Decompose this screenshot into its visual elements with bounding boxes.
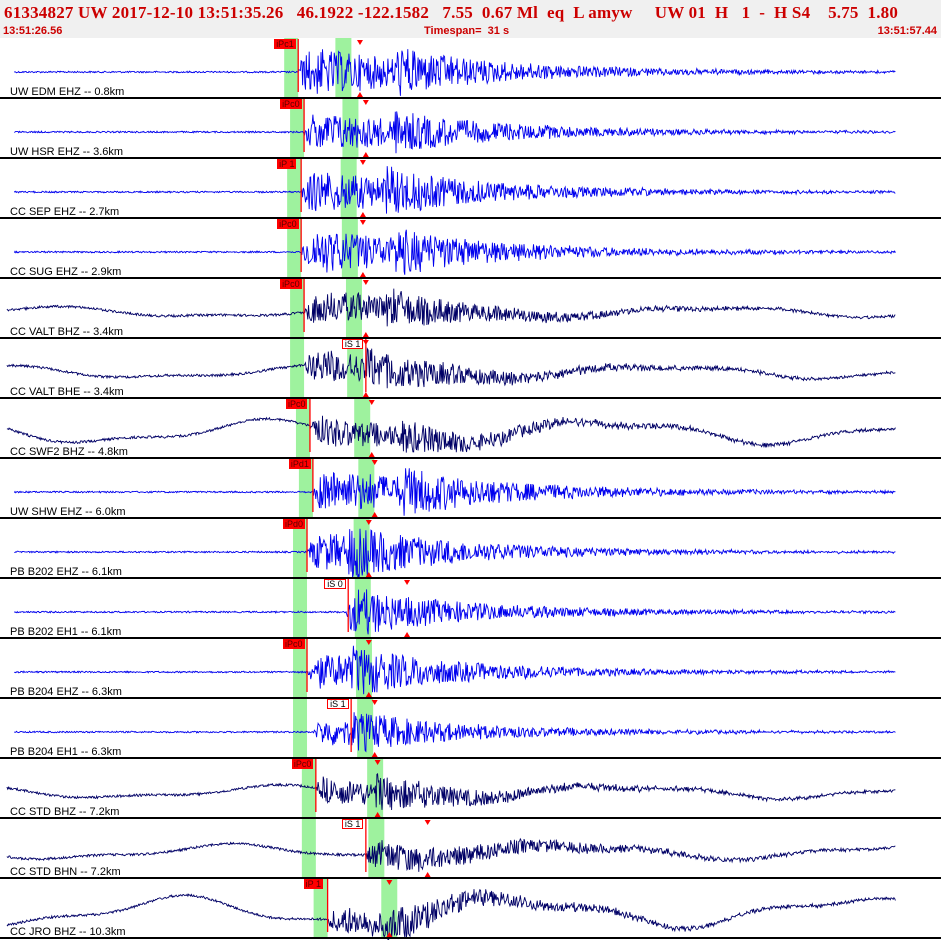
amplitude-marker-bottom [359, 272, 366, 277]
waveform-trace [6, 837, 896, 872]
seismogram-canvas[interactable] [0, 38, 941, 940]
trace-label: UW EDM EHZ -- 0.8km [10, 86, 125, 98]
amplitude-marker-top [359, 220, 366, 225]
amplitude-marker-bottom [359, 212, 366, 217]
trace-label: UW SHW EHZ -- 6.0km [10, 506, 126, 518]
seismogram-panel[interactable]: iPc1 UW EDM EHZ -- 0.8km iPc0 UW HSR EHZ --… [0, 38, 941, 940]
trace-label: CC SWF2 BHZ -- 4.8km [10, 446, 128, 458]
p-window-band [301, 818, 316, 878]
waveform-trace [6, 772, 896, 811]
waveform-trace [13, 166, 896, 214]
amplitude-marker-top [404, 580, 411, 585]
s-window-band [335, 38, 352, 98]
amplitude-marker-bottom [362, 332, 369, 337]
p-pick-tag[interactable]: iPd1 [288, 459, 311, 469]
trace-label: CC SUG EHZ -- 2.9km [10, 266, 122, 278]
waveform-trace [6, 888, 896, 940]
waveform-trace [14, 528, 896, 579]
trace-label: CC STD BHZ -- 7.2km [10, 806, 120, 818]
amplitude-marker-top [359, 160, 366, 165]
waveform-trace [6, 288, 896, 327]
timespan-label: Timespan= 31 s [424, 25, 510, 37]
waveform-trace [14, 589, 896, 635]
start-time: 13:51:26.56 [3, 25, 63, 37]
trace-label: CC JRO BHZ -- 10.3km [10, 926, 126, 938]
trace-label: CC VALT BHE -- 3.4km [10, 386, 124, 398]
p-pick-tag[interactable]: iPc0 [285, 399, 308, 409]
amplitude-marker-top [356, 40, 363, 45]
waveform-trace [14, 49, 896, 96]
end-time: 13:51:57.44 [877, 25, 937, 37]
p-window-band [293, 578, 308, 638]
amplitude-marker-bottom [424, 872, 431, 877]
event-title: 61334827 UW 2017-12-10 13:51:35.26 46.19… [4, 3, 899, 22]
waveform-trace [14, 712, 896, 753]
amplitude-marker-bottom [404, 632, 411, 637]
trace-label: CC VALT BHZ -- 3.4km [10, 326, 124, 338]
amplitude-marker-bottom [362, 392, 369, 397]
trace-label: PB B204 EHZ -- 6.3km [10, 686, 122, 698]
p-pick-tag[interactable]: iPc1 [274, 39, 296, 49]
s-pick-tag[interactable]: iS 1 [341, 339, 364, 349]
amplitude-marker-top [362, 280, 369, 285]
amplitude-marker-top [424, 820, 431, 825]
p-pick-tag[interactable]: iP 1 [277, 159, 297, 169]
p-pick-tag[interactable]: iPc0 [283, 639, 305, 649]
s-pick-tag[interactable]: iS 0 [324, 579, 346, 589]
p-pick-tag[interactable]: iPc0 [291, 759, 314, 769]
s-pick-tag[interactable]: iS 1 [341, 819, 364, 829]
trace-label: PB B202 EHZ -- 6.1km [10, 566, 122, 578]
trace-label: PB B202 EH1 -- 6.1km [10, 626, 122, 638]
waveform-trace [14, 111, 896, 154]
waveform-trace [6, 415, 896, 453]
waveform-trace [6, 347, 896, 389]
p-window-band [290, 338, 305, 398]
trace-label: UW HSR EHZ -- 3.6km [10, 146, 124, 158]
amplitude-marker-bottom [356, 92, 363, 97]
waveform-trace [13, 229, 896, 275]
trace-label: CC STD BHN -- 7.2km [10, 866, 121, 878]
s-pick-tag[interactable]: iS 1 [327, 699, 349, 709]
trace-label: CC SEP EHZ -- 2.7km [10, 206, 120, 218]
p-pick-tag[interactable]: iP 1 [303, 879, 323, 889]
header-bar: 61334827 UW 2017-12-10 13:51:35.26 46.19… [0, 0, 941, 38]
p-pick-tag[interactable]: iPc0 [280, 279, 302, 289]
p-window-band [293, 698, 308, 758]
waveform-trace [14, 645, 896, 695]
amplitude-marker-bottom [362, 152, 369, 157]
waveform-trace [13, 468, 896, 516]
trace-label: PB B204 EH1 -- 6.3km [10, 746, 122, 758]
p-pick-tag[interactable]: iPd0 [283, 519, 306, 529]
amplitude-marker-top [362, 340, 369, 345]
p-pick-tag[interactable]: iPc0 [280, 99, 302, 109]
amplitude-marker-top [362, 100, 369, 105]
p-pick-tag[interactable]: iPc0 [277, 219, 299, 229]
